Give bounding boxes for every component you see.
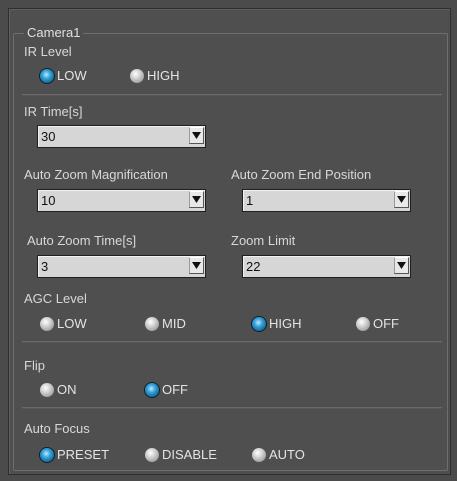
- flip-off-radio[interactable]: OFF: [145, 381, 188, 399]
- agc-level-label: AGC Level: [24, 291, 87, 306]
- flip-label: Flip: [24, 358, 45, 373]
- auto-focus-disable-radio[interactable]: DISABLE: [145, 446, 217, 464]
- triangle-down-icon[interactable]: [394, 257, 409, 274]
- agc-level-mid-radio[interactable]: MID: [145, 315, 186, 333]
- auto-zoom-end-position-label: Auto Zoom End Position: [231, 167, 372, 182]
- zoom-limit-dropdown[interactable]: 22: [242, 255, 411, 278]
- radio-label: HIGH: [269, 316, 302, 331]
- radio-unselected-icon: [40, 383, 54, 397]
- group-title: Camera1: [24, 26, 84, 40]
- radio-label: OFF: [162, 382, 188, 397]
- zoom-limit-label: Zoom Limit: [231, 233, 296, 248]
- radio-label: PRESET: [57, 447, 110, 462]
- radio-selected-icon: [145, 383, 159, 397]
- radio-label: LOW: [57, 68, 87, 83]
- agc-level-low-radio[interactable]: LOW: [40, 315, 87, 333]
- auto-zoom-time-dropdown[interactable]: 3: [37, 255, 206, 278]
- triangle-down-icon[interactable]: [189, 257, 204, 274]
- dropdown-value: 1: [246, 193, 254, 208]
- auto-zoom-time-label: Auto Zoom Time[s]: [27, 233, 137, 248]
- triangle-down-icon[interactable]: [189, 191, 204, 208]
- radio-unselected-icon: [145, 448, 159, 462]
- radio-label: LOW: [57, 316, 87, 331]
- flip-on-radio[interactable]: ON: [40, 381, 77, 399]
- radio-unselected-icon: [252, 448, 266, 462]
- dropdown-value: 30: [41, 129, 56, 144]
- radio-label: HIGH: [147, 68, 180, 83]
- ir-time-label: IR Time[s]: [24, 104, 83, 119]
- agc-level-off-radio[interactable]: OFF: [356, 315, 399, 333]
- auto-focus-auto-radio[interactable]: AUTO: [252, 446, 305, 464]
- camera-group-box: [13, 33, 448, 471]
- radio-unselected-icon: [356, 317, 370, 331]
- radio-label: DISABLE: [162, 447, 217, 462]
- auto-focus-label: Auto Focus: [24, 421, 90, 436]
- radio-selected-icon: [40, 69, 54, 83]
- auto-focus-preset-radio[interactable]: PRESET: [40, 446, 109, 464]
- auto-zoom-end-position-dropdown[interactable]: 1: [242, 189, 411, 212]
- dropdown-value: 22: [246, 259, 261, 274]
- ir-time-dropdown[interactable]: 30: [37, 125, 206, 148]
- auto-zoom-magnification-dropdown[interactable]: 10: [37, 189, 206, 212]
- triangle-down-icon[interactable]: [394, 191, 409, 208]
- ir-level-low-radio[interactable]: LOW: [40, 67, 87, 85]
- radio-unselected-icon: [40, 317, 54, 331]
- separator: [22, 341, 442, 343]
- radio-label: OFF: [373, 316, 399, 331]
- ir-level-label: IR Level: [24, 44, 72, 59]
- dropdown-value: 10: [41, 193, 56, 208]
- separator: [22, 407, 442, 409]
- dropdown-value: 3: [41, 259, 49, 274]
- radio-label: ON: [57, 382, 77, 397]
- radio-label: MID: [162, 316, 186, 331]
- separator: [22, 94, 442, 96]
- radio-unselected-icon: [130, 69, 144, 83]
- auto-zoom-magnification-label: Auto Zoom Magnification: [24, 167, 168, 182]
- radio-label: AUTO: [269, 447, 305, 462]
- radio-selected-icon: [40, 448, 54, 462]
- radio-unselected-icon: [145, 317, 159, 331]
- ir-level-high-radio[interactable]: HIGH: [130, 67, 180, 85]
- agc-level-high-radio[interactable]: HIGH: [252, 315, 302, 333]
- triangle-down-icon[interactable]: [189, 127, 204, 144]
- radio-selected-icon: [252, 317, 266, 331]
